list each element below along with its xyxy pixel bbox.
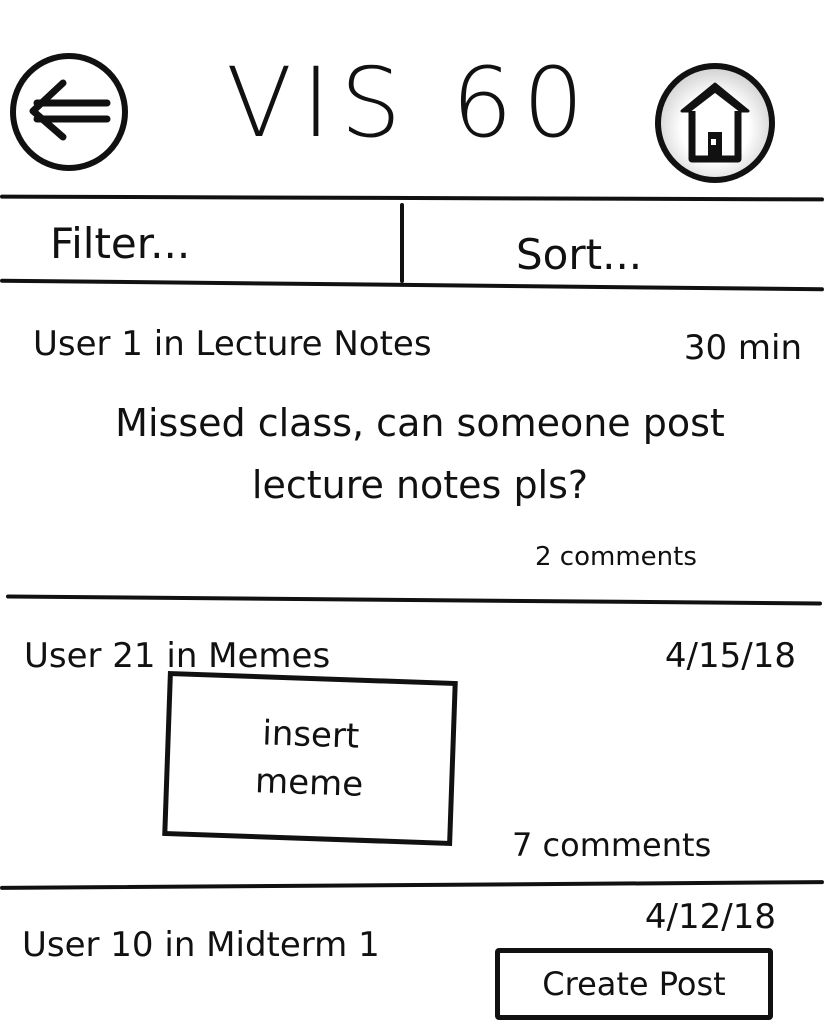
create-post-button[interactable]: Create Post [495,948,773,1020]
meme-placeholder: insert meme [162,670,458,847]
post-timestamp: 30 min [683,328,802,368]
meme-text-line-2: meme [254,760,364,805]
home-icon [675,77,755,169]
app-header: VIS 60 [0,0,824,198]
home-button[interactable] [655,63,775,183]
back-button[interactable] [10,53,128,171]
post-author-topic[interactable]: User 1 in Lecture Notes [33,324,432,364]
post-body: Missed class, can someone post lecture n… [115,401,725,507]
sort-button[interactable]: Sort... [516,202,816,284]
post-author-topic[interactable]: User 10 in Midterm 1 [22,925,380,965]
comments-link[interactable]: 2 comments [535,542,697,572]
page-title: VIS 60 [226,47,594,159]
post-timestamp: 4/15/18 [664,636,796,676]
comments-link[interactable]: 7 comments [512,826,711,864]
back-arrow-icon [25,75,113,149]
post-timestamp: 4/12/18 [644,897,776,937]
filter-sort-bar: Filter... Sort... [0,202,824,284]
post-item[interactable]: User 1 in Lecture Notes 30 min Missed cl… [0,286,824,598]
post-author-topic[interactable]: User 21 in Memes [24,636,330,676]
filter-sort-divider [400,203,404,283]
meme-text-line-1: insert [261,712,360,757]
filter-button[interactable]: Filter... [50,202,390,284]
